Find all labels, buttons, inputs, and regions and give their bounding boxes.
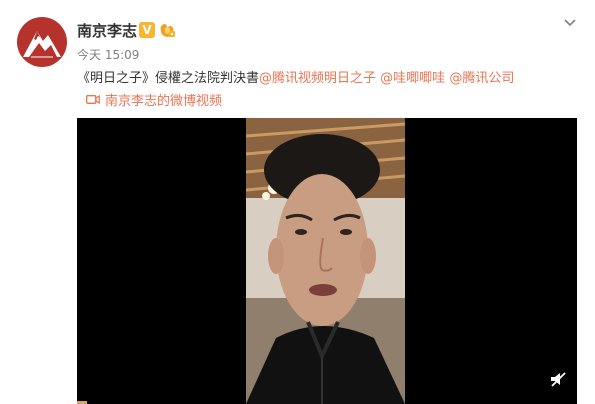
video-camera-icon bbox=[86, 93, 100, 110]
verified-badge[interactable]: V bbox=[139, 22, 155, 38]
post-text: 《明日之子》侵權之法院判決書@腾讯视频明日之子 @哇唧唧哇 @腾讯公司 bbox=[77, 70, 514, 87]
mention-link[interactable]: @腾讯视频明日之子 bbox=[259, 71, 376, 86]
video-frame bbox=[246, 118, 405, 404]
video-player[interactable] bbox=[77, 118, 577, 404]
video-link[interactable]: 南京李志的微博视频 bbox=[86, 93, 222, 110]
username[interactable]: 南京李志 bbox=[77, 22, 137, 40]
user-badges: V bbox=[139, 22, 176, 38]
mention-link[interactable]: @腾讯公司 bbox=[449, 71, 514, 86]
post-timestamp[interactable]: 今天 15:09 bbox=[77, 48, 139, 62]
level-badge-icon[interactable] bbox=[159, 22, 176, 38]
chevron-down-icon[interactable] bbox=[562, 14, 578, 30]
avatar[interactable] bbox=[17, 17, 67, 67]
video-link-label[interactable]: 南京李志的微博视频 bbox=[105, 93, 222, 110]
mention-link[interactable]: @哇唧唧哇 bbox=[380, 71, 445, 86]
post-text-body: 《明日之子》侵權之法院判決書 bbox=[77, 71, 260, 86]
mute-icon[interactable] bbox=[549, 370, 567, 388]
